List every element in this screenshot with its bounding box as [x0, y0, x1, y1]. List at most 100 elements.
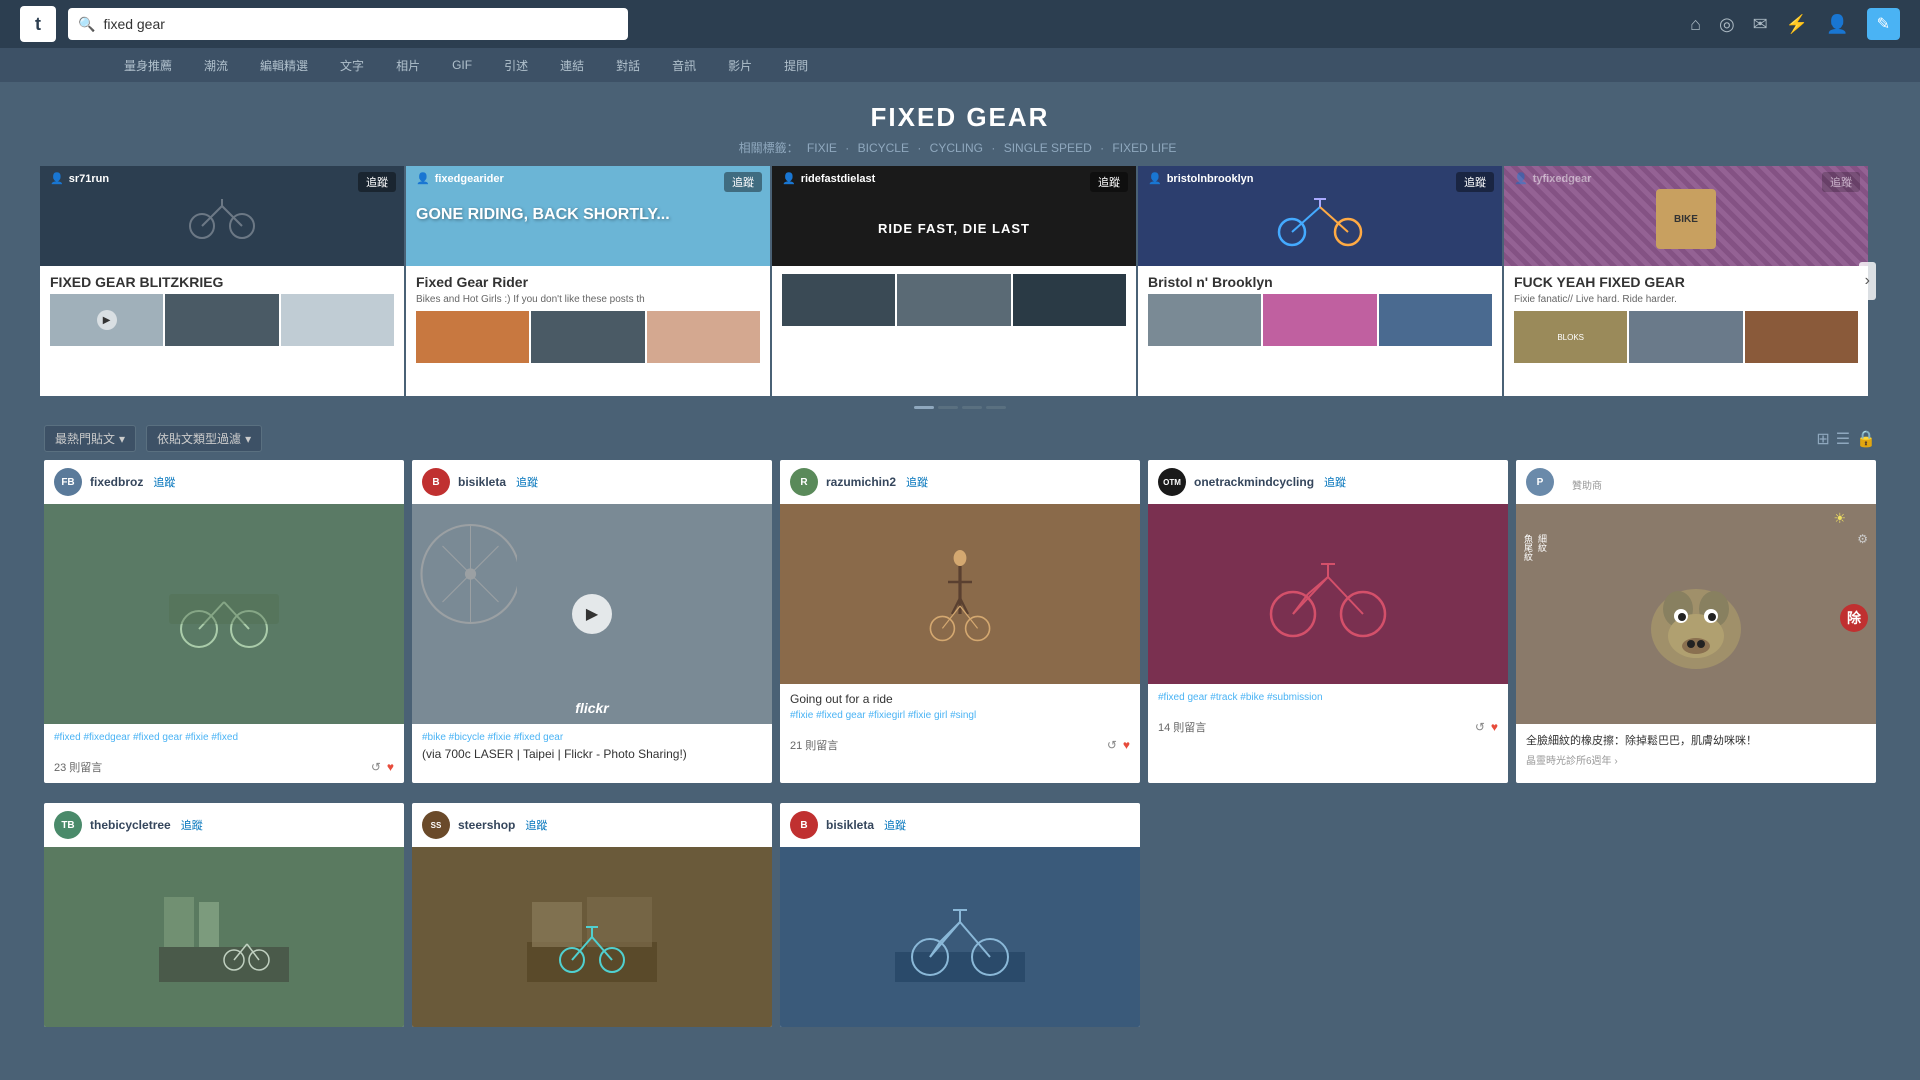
- user-icon[interactable]: 👤: [1826, 14, 1848, 35]
- post-follow-3[interactable]: 追蹤: [906, 474, 928, 490]
- nav-item-photo[interactable]: 相片: [392, 57, 424, 74]
- blog-card-body-3: [772, 266, 1136, 334]
- post-follow-1[interactable]: 追蹤: [153, 474, 175, 490]
- grid-view-icon[interactable]: ⊞: [1816, 429, 1829, 449]
- nav-item-ask[interactable]: 提問: [780, 57, 812, 74]
- blog-card-follow-2[interactable]: 追蹤: [724, 172, 762, 192]
- list-view-icon[interactable]: ☰: [1836, 429, 1850, 449]
- dot-active: [914, 406, 934, 409]
- blog-card-title-2: Fixed Gear Rider: [416, 274, 760, 290]
- post-header-2: B bisikleta 追蹤: [412, 460, 772, 504]
- post-header-4: OTM onetrackmindcycling 追蹤: [1148, 460, 1508, 504]
- post-content-4: #fixed gear #track #bike #submission: [1148, 684, 1508, 715]
- tag-fixed-life[interactable]: FIXED LIFE: [1112, 141, 1176, 155]
- nav-item-chat[interactable]: 對話: [612, 57, 644, 74]
- blog-card-follow-3[interactable]: 追蹤: [1090, 172, 1128, 192]
- related-tags: 相關標籤： FIXIE · BICYCLE · CYCLING · SINGLE…: [0, 139, 1920, 156]
- blog-card-fixedgearider: 👤 fixedgearider 追蹤 GONE RIDING, BACK SHO…: [406, 166, 772, 396]
- post-avatar-promoted: P: [1526, 468, 1554, 496]
- post-follow-steershop[interactable]: 追蹤: [525, 817, 547, 833]
- reblog-icon-3[interactable]: ↺: [1107, 738, 1117, 752]
- blog-card-body-4: Bristol n' Brooklyn: [1138, 266, 1502, 354]
- thumb-2a: [416, 311, 529, 363]
- remove-button[interactable]: 除: [1840, 604, 1868, 632]
- nav-item-recommended[interactable]: 量身推薦: [120, 57, 176, 74]
- nav-item-video[interactable]: 影片: [724, 57, 756, 74]
- search-input[interactable]: [103, 16, 618, 32]
- thumb-3a: [782, 274, 895, 326]
- post-content-1: #fixed #fixedgear #fixed gear #fixie #fi…: [44, 724, 404, 755]
- post-avatar-6: TB: [54, 811, 82, 839]
- blog-card-thumbs-5: BLOKS: [1514, 311, 1858, 363]
- post-follow-bisikleta-row2[interactable]: 追蹤: [884, 817, 906, 833]
- post-tags-4: #fixed gear #track #bike #submission: [1158, 692, 1498, 703]
- nav-item-trending[interactable]: 潮流: [200, 57, 232, 74]
- thumb-1a: ▶: [50, 294, 163, 346]
- post-follow-6[interactable]: 追蹤: [181, 817, 203, 833]
- thumb-3b: [897, 274, 1010, 326]
- nav-item-text[interactable]: 文字: [336, 57, 368, 74]
- lightning-icon[interactable]: ⚡: [1786, 14, 1808, 35]
- header-icons: ⌂ ◎ ✉ ⚡ 👤 ✎: [1690, 8, 1900, 40]
- home-icon[interactable]: ⌂: [1690, 14, 1701, 35]
- play-button-2[interactable]: ▶: [572, 594, 612, 634]
- tag-cycling[interactable]: CYCLING: [930, 141, 983, 155]
- tag-single-speed[interactable]: SINGLE SPEED: [1004, 141, 1092, 155]
- blog-card-follow-4[interactable]: 追蹤: [1456, 172, 1494, 192]
- like-icon-3[interactable]: ♥: [1123, 738, 1130, 752]
- filter-popular[interactable]: 最熱門貼文 ▾: [44, 425, 136, 452]
- nav-item-link[interactable]: 連結: [556, 57, 588, 74]
- user-avatar-icon-3: 👤: [782, 172, 796, 185]
- card-image-5: BIKE: [1504, 184, 1868, 254]
- tag-fixie[interactable]: FIXIE: [807, 141, 837, 155]
- post-username-2: bisikleta: [458, 475, 506, 489]
- post-username-6: thebicycletree: [90, 818, 171, 832]
- mail-icon[interactable]: ✉: [1753, 14, 1768, 35]
- post-username-steershop: steershop: [458, 818, 515, 832]
- post-follow-4[interactable]: 追蹤: [1324, 474, 1346, 490]
- settings-icon: ⚙: [1857, 532, 1868, 546]
- nav-item-quote[interactable]: 引述: [500, 57, 532, 74]
- logo[interactable]: t: [20, 6, 56, 42]
- post-card-2: B bisikleta 追蹤 ▶ flickr #bike #bicycle #…: [412, 460, 772, 783]
- post-text-2: (via 700c LASER | Taipei | Flickr - Phot…: [422, 747, 762, 761]
- post-follow-2[interactable]: 追蹤: [516, 474, 538, 490]
- tag-bicycle[interactable]: BICYCLE: [858, 141, 909, 155]
- blog-card-user-3: 👤 ridefastdielast: [782, 172, 875, 185]
- thumb-4c: [1379, 294, 1492, 346]
- reblog-icon-4[interactable]: ↺: [1475, 720, 1485, 734]
- post-image-6: [44, 847, 404, 1027]
- like-icon-1[interactable]: ♥: [387, 760, 394, 774]
- post-image-bisikleta-row2: [780, 847, 1140, 1027]
- blog-card-username-3: ridefastdielast: [801, 173, 876, 185]
- post-tags-1: #fixed #fixedgear #fixed gear #fixie #fi…: [54, 732, 394, 743]
- card-header-image-4: [1138, 184, 1502, 254]
- post-count-3: 21 則留言: [790, 737, 838, 753]
- dot-3: [986, 406, 1006, 409]
- blog-card-thumbs-3: [782, 274, 1126, 326]
- post-username-1: fixedbroz: [90, 475, 143, 489]
- flickr-label-2: flickr: [575, 700, 608, 716]
- blog-card-sr71run: 👤 sr71run 追蹤 FIXED GEAR BLITZKRIEG: [40, 166, 406, 396]
- post-card-bisikleta-row2: B bisikleta 追蹤: [780, 803, 1140, 1027]
- reblog-icon-1[interactable]: ↺: [371, 760, 381, 774]
- blog-card-ridefastdielast: 👤 ridefastdielast 追蹤 RIDE FAST, DIE LAST: [772, 166, 1138, 396]
- blog-card-header-4: 👤 bristolnbrooklyn 追蹤: [1138, 166, 1502, 266]
- compose-button[interactable]: ✎: [1867, 8, 1900, 40]
- thumb-2c: [647, 311, 760, 363]
- like-icon-4[interactable]: ♥: [1491, 720, 1498, 734]
- blog-card-thumbs-1: ▶: [50, 294, 394, 346]
- next-blogs-button[interactable]: ›: [1859, 262, 1876, 300]
- filter-type[interactable]: 依貼文類型過濾 ▾: [146, 425, 262, 452]
- post-content-3: Going out for a ride #fixie #fixed gear …: [780, 684, 1140, 733]
- blog-card-header-3: 👤 ridefastdielast 追蹤 RIDE FAST, DIE LAST: [772, 166, 1136, 266]
- dot-2: [962, 406, 982, 409]
- post-header-promoted: P 贊助商: [1516, 460, 1876, 504]
- chevron-icon-1: ▾: [119, 432, 125, 446]
- blog-cards: 👤 sr71run 追蹤 FIXED GEAR BLITZKRIEG: [40, 166, 1880, 396]
- nav-item-editor-picks[interactable]: 編輯精選: [256, 57, 312, 74]
- compass-icon[interactable]: ◎: [1719, 14, 1735, 35]
- blog-card-desc-2: Bikes and Hot Girls :) If you don't like…: [416, 294, 760, 305]
- nav-item-audio[interactable]: 音訊: [668, 57, 700, 74]
- nav-item-gif[interactable]: GIF: [448, 58, 476, 72]
